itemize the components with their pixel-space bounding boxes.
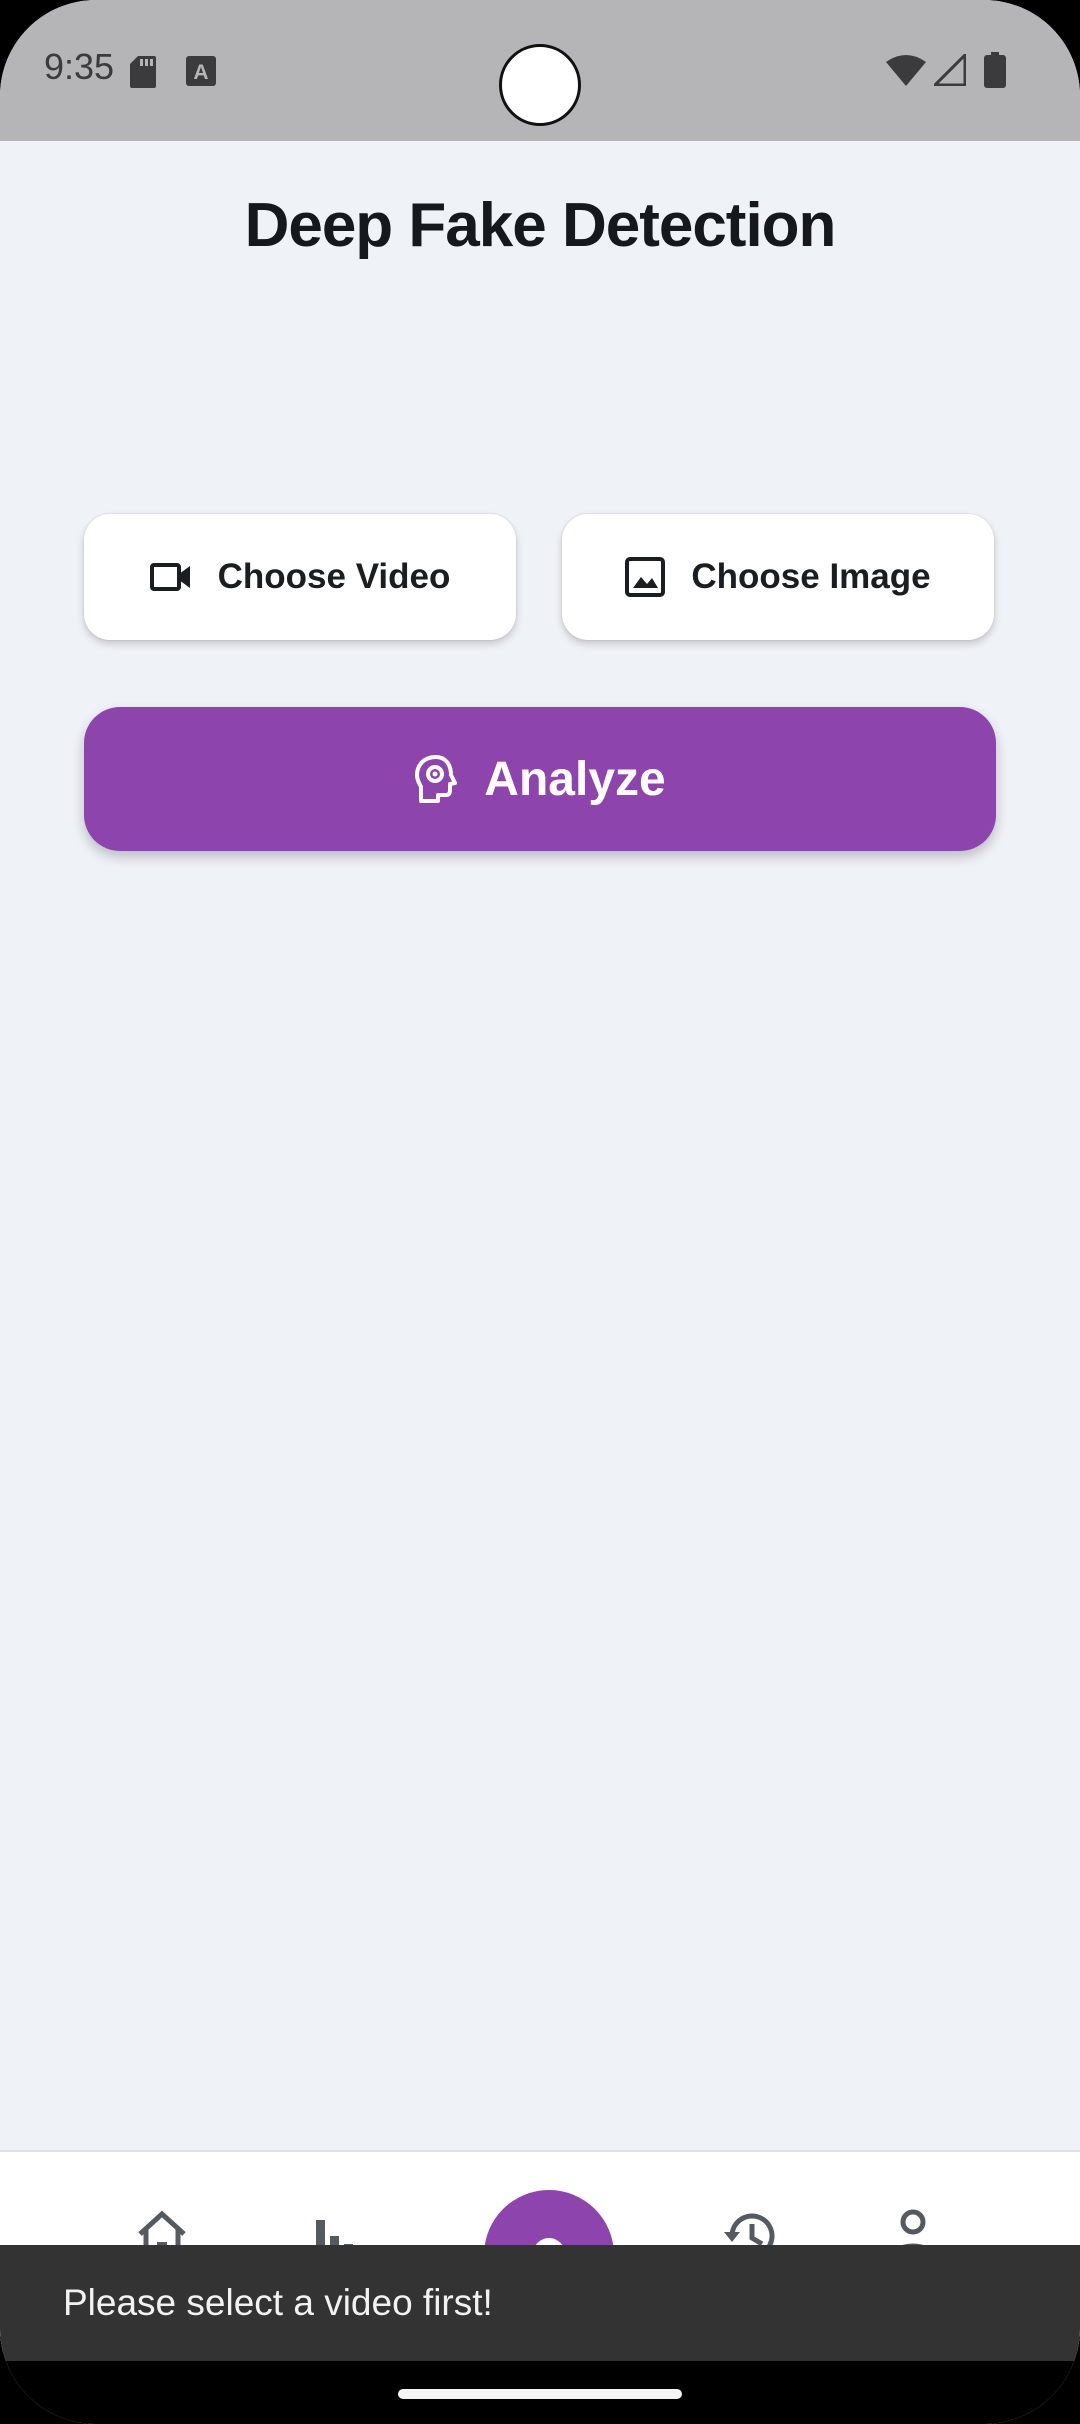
videocam-icon (149, 563, 190, 591)
battery-icon (984, 52, 1006, 88)
phone-screen: 9:35 A Deep Fake Detection Choose Video … (0, 0, 1080, 2424)
analyze-button[interactable]: Analyze (84, 707, 996, 851)
sd-card-icon (130, 56, 156, 88)
choose-video-button[interactable]: Choose Video (84, 514, 516, 640)
wifi-icon (886, 55, 926, 86)
image-icon (625, 557, 666, 597)
page-title: Deep Fake Detection (244, 191, 837, 260)
keyboard-a-icon: A (186, 56, 216, 86)
status-bar: 9:35 A (0, 0, 1080, 141)
analyze-label: Analyze (484, 752, 666, 806)
choose-video-label: Choose Video (217, 557, 451, 596)
home-indicator[interactable] (398, 2389, 682, 2399)
snackbar: Please select a video first! (0, 2245, 1080, 2361)
cell-signal-icon (934, 54, 966, 86)
svg-text:A: A (193, 61, 208, 84)
snackbar-message: Please select a video first! (63, 2282, 493, 2323)
choose-image-label: Choose Image (691, 557, 931, 596)
choose-image-button[interactable]: Choose Image (562, 514, 994, 640)
status-time: 9:35 (44, 46, 115, 87)
psychology-head-icon (415, 755, 458, 803)
camera-cutout (499, 44, 581, 126)
